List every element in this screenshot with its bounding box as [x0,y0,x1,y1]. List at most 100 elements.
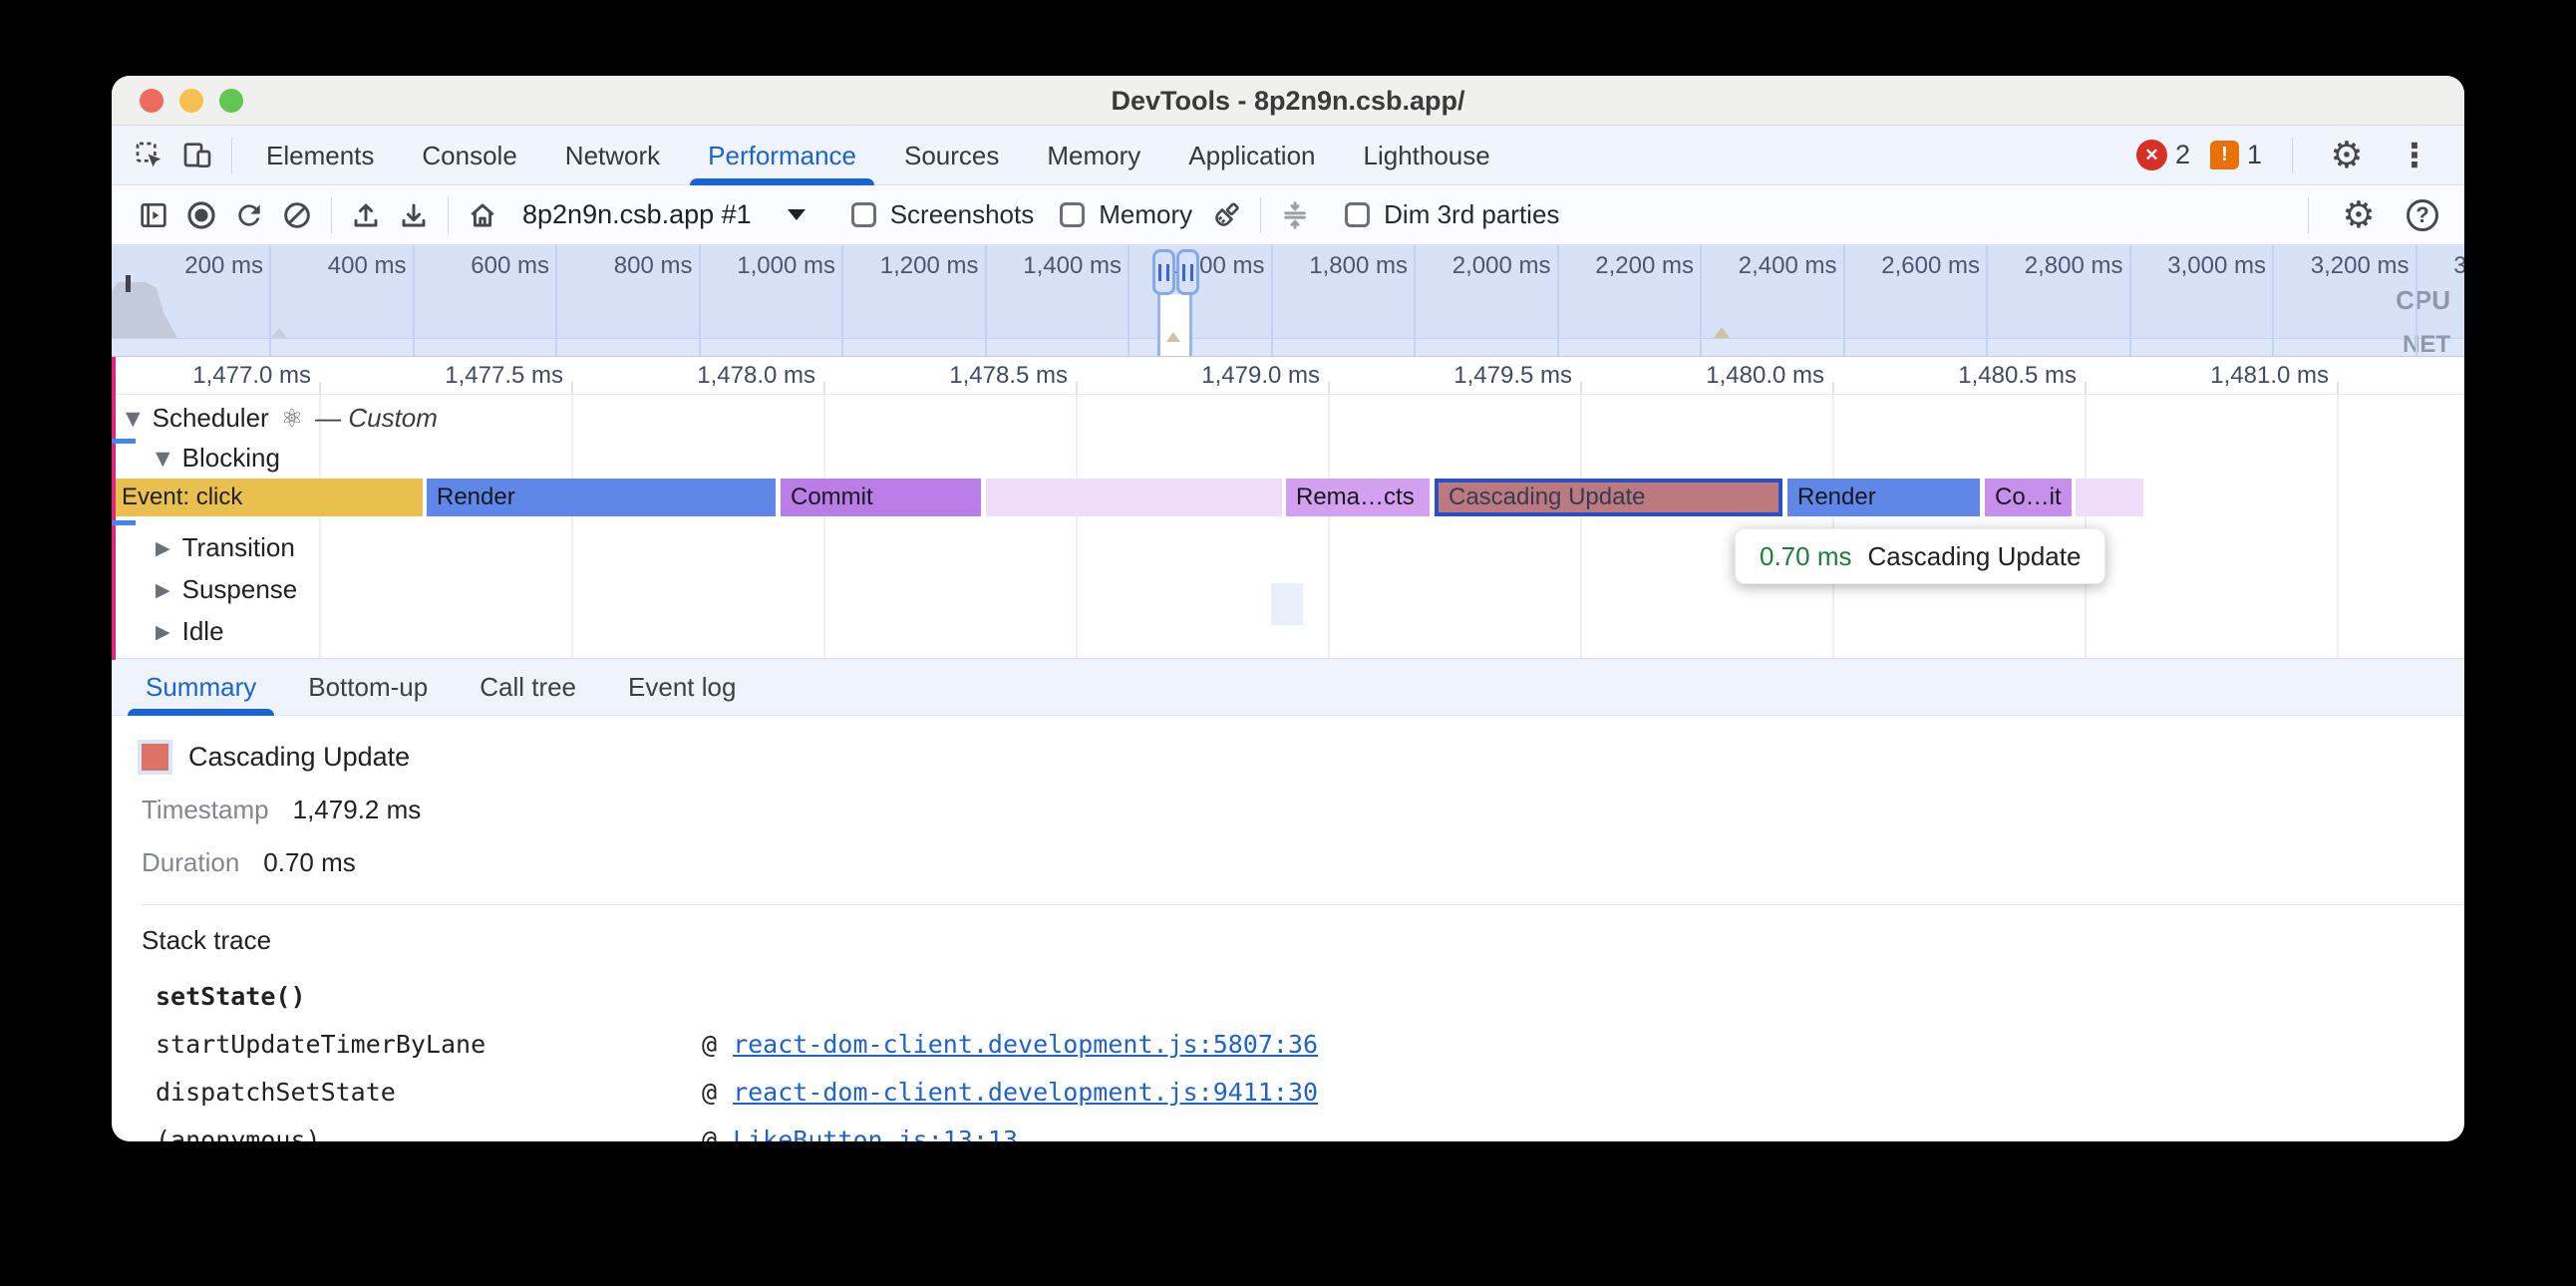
triangle-collapsed-icon: ▶ [156,621,170,643]
source-location-link[interactable]: react-dom-client.development.js:9411:30 [733,1078,1318,1107]
checkbox-icon [1060,202,1085,227]
lane-suspense[interactable]: ▶Suspense [156,574,297,605]
checkbox-icon [1345,202,1370,227]
section-divider [142,904,2464,905]
dim-3rd-parties-label: Dim 3rd parties [1384,199,1559,230]
gear-icon: ⚙ [2342,196,2375,233]
clear-button[interactable] [273,191,321,239]
tab-application[interactable]: Application [1164,126,1339,185]
track-grid-line [319,395,321,658]
summary-row-label: Duration [142,847,239,878]
flame-bar[interactable]: Commit [781,479,981,516]
flame-bar[interactable]: Render [427,479,776,516]
collect-garbage-button[interactable] [1202,191,1250,239]
screenshots-checkbox[interactable]: Screenshots [851,199,1035,230]
devtools-settings-button[interactable]: ⚙ [2323,132,2371,179]
flame-bar[interactable] [2076,479,2143,516]
selection-right-handle[interactable] [1176,249,1199,295]
traffic-lights [140,89,243,113]
help-button[interactable]: ? [2399,191,2446,239]
memory-checkbox[interactable]: Memory [1060,199,1192,230]
load-profile-button[interactable] [342,191,390,239]
console-warnings-badge[interactable]: ! 1 [2210,140,2262,170]
grip-line [1166,264,1169,281]
scheduler-track-header[interactable]: ▼ Scheduler ⚛ — Custom [126,403,438,434]
tab-lighthouse[interactable]: Lighthouse [1340,126,1514,185]
track-grid-line [2085,395,2087,658]
source-location-link[interactable]: react-dom-client.development.js:5807:36 [733,1030,1318,1059]
cpu-activity-chart [112,282,177,338]
lane-blocking[interactable]: ▼Blocking [156,443,280,474]
screenshots-label: Screenshots [890,199,1035,230]
warning-count: 1 [2247,140,2262,170]
inspect-element-button[interactable] [126,132,173,179]
lane-label: Idle [182,616,224,647]
tabbar-divider [2292,138,2293,173]
capture-settings-button[interactable]: ⚙ [2335,191,2383,239]
flame-bar[interactable]: Cascading Update [1435,479,1782,516]
window-title: DevTools - 8p2n9n.csb.app/ [112,76,2464,126]
source-location-link[interactable]: LikeButton.js:13:13 [733,1125,1018,1141]
details-tab-bottom-up[interactable]: Bottom-up [282,658,454,716]
zoom-window-button[interactable] [219,89,243,113]
live-metrics-button[interactable] [459,191,506,239]
flame-bar[interactable]: Co…it [1985,479,2072,516]
tab-network[interactable]: Network [541,126,684,185]
tab-console[interactable]: Console [398,126,540,185]
track-grid-line [1076,395,1078,658]
help-icon: ? [2407,199,2438,231]
cpu-lane-label: CPU [2396,285,2450,316]
lane-transition[interactable]: ▶Transition [156,532,295,563]
record-button[interactable] [177,191,225,239]
stack-frame: (anonymous)@LikeButton.js:13:13 [156,1125,2464,1141]
dim-3rd-parties-checkbox[interactable]: Dim 3rd parties [1345,199,1559,230]
triangle-collapsed-icon: ▶ [156,579,170,601]
resize-artifact [1271,583,1303,625]
history-dropdown[interactable]: 8p2n9n.csb.app #1 [506,199,825,230]
toolbar-divider [331,197,332,233]
toggle-sidebar-button[interactable] [130,191,177,239]
memory-label: Memory [1099,199,1192,230]
toolbar-divider [1260,197,1261,233]
collapse-sections-button[interactable] [1271,191,1319,239]
summary-panel: Cascading Update Timestamp1,479.2 msDura… [112,742,2464,905]
at-separator: @ [702,1125,717,1141]
details-tab-summary[interactable]: Summary [120,658,282,716]
flame-bar[interactable]: Render [1787,479,1980,516]
network-overview-band [112,338,2464,356]
tab-performance[interactable]: Performance [684,126,880,185]
checkbox-icon [851,202,876,227]
devtools-window: DevTools - 8p2n9n.csb.app/ [112,76,2464,1141]
error-icon: ✕ [2136,140,2167,170]
selection-window[interactable] [1157,294,1192,356]
grip-line [1158,264,1161,281]
track-grid-line [823,395,825,658]
tab-elements[interactable]: Elements [242,126,398,185]
lane-idle[interactable]: ▶ Idle [156,616,224,647]
timeline-overview[interactable]: CPU NET 200 ms400 ms600 ms800 ms1,000 ms… [112,245,2464,357]
save-profile-button[interactable] [390,191,438,239]
flamechart-tracks[interactable]: ▼Blocking▶Transition▶Suspense▶Idle ▼ Sch… [112,395,2464,658]
at-separator: @ [702,1078,717,1107]
tab-memory[interactable]: Memory [1023,126,1164,185]
close-window-button[interactable] [140,89,163,113]
minimize-window-button[interactable] [179,89,203,113]
lane-label: Transition [182,532,295,563]
details-tab-call-tree[interactable]: Call tree [454,658,602,716]
tab-sources[interactable]: Sources [880,126,1023,185]
details-tab-event-log[interactable]: Event log [602,658,762,716]
selection-left-handle[interactable] [1152,249,1175,295]
device-toolbar-button[interactable] [173,132,221,179]
flame-bar[interactable]: Event: click [112,479,423,516]
chevron-down-icon [788,209,805,220]
more-options-button[interactable]: ⋮ [2391,132,2438,179]
scheduler-track-suffix: — Custom [315,403,438,434]
flame-bar[interactable] [986,479,1282,516]
sidebar-toggle-icon [138,199,169,231]
record-and-reload-button[interactable] [225,191,273,239]
console-errors-badge[interactable]: ✕ 2 [2136,140,2190,170]
panel-tabs: ElementsConsoleNetworkPerformanceSources… [242,126,1514,184]
flame-bar[interactable]: Rema…cts [1286,479,1430,516]
devtools-tabbar: ElementsConsoleNetworkPerformanceSources… [112,126,2464,185]
track-accent-dash [112,520,136,525]
